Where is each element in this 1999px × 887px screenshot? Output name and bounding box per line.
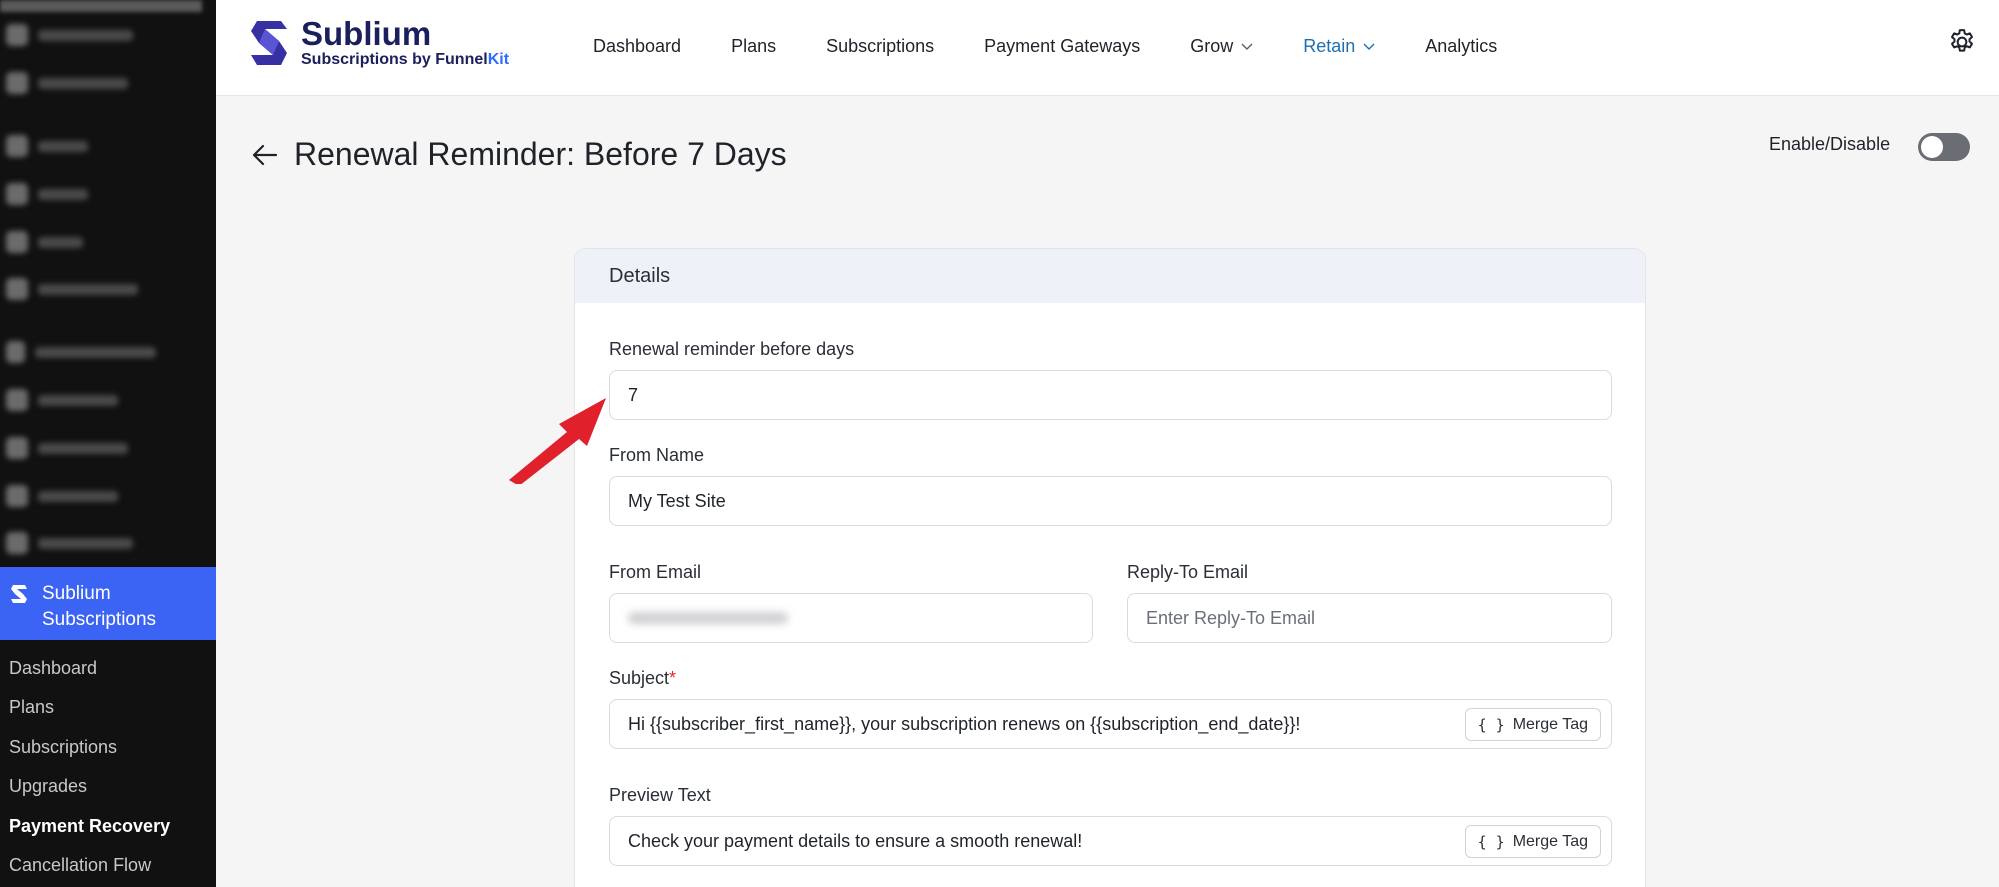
main-nav: Dashboard Plans Subscriptions Payment Ga… bbox=[593, 0, 1547, 92]
sidebar-blurred-item bbox=[6, 532, 156, 554]
nav-dashboard[interactable]: Dashboard bbox=[593, 36, 681, 57]
subject-label: Subject* bbox=[609, 668, 676, 689]
nav-subscriptions[interactable]: Subscriptions bbox=[826, 36, 934, 57]
chevron-down-icon bbox=[1241, 43, 1253, 50]
brand-byline-kit: Kit bbox=[487, 51, 510, 68]
nav-plans[interactable]: Plans bbox=[731, 36, 776, 57]
nav-grow-label: Grow bbox=[1190, 35, 1234, 56]
from-email-redacted bbox=[628, 612, 788, 624]
subject-merge-tag-button[interactable]: { } Merge Tag bbox=[1464, 708, 1601, 741]
nav-payment-gateways[interactable]: Payment Gateways bbox=[984, 36, 1140, 57]
braces-icon: { } bbox=[1477, 715, 1505, 734]
nav-analytics[interactable]: Analytics bbox=[1425, 36, 1497, 57]
sidebar-subitem-cancellation-flow[interactable]: Cancellation Flow bbox=[9, 855, 151, 876]
subject-value: Hi {{subscriber_first_name}}, your subsc… bbox=[628, 713, 1301, 734]
sidebar-blurred-item bbox=[6, 389, 156, 411]
sidebar-blurred-item bbox=[6, 231, 156, 253]
sidebar-blurred-item bbox=[6, 135, 156, 157]
nav-analytics-label: Analytics bbox=[1425, 35, 1498, 56]
reply-to-email-input[interactable]: Enter Reply-To Email bbox=[1127, 593, 1612, 643]
enable-disable-toggle[interactable] bbox=[1918, 133, 1970, 161]
preview-text-value: Check your payment details to ensure a s… bbox=[628, 830, 1083, 851]
sidebar-subitem-subscriptions[interactable]: Subscriptions bbox=[9, 737, 117, 758]
merge-tag-label: Merge Tag bbox=[1512, 715, 1588, 733]
subject-input[interactable]: Hi {{subscriber_first_name}}, your subsc… bbox=[609, 699, 1612, 749]
sublium-logo-icon bbox=[11, 585, 27, 603]
sidebar-subitem-dashboard[interactable]: Dashboard bbox=[9, 658, 97, 679]
sidebar-blurred-item bbox=[6, 437, 156, 459]
brand-logo[interactable]: Sublium Subscriptions by FunnelKit bbox=[249, 17, 509, 69]
sidebar-blurred-item bbox=[6, 72, 156, 94]
from-name-label: From Name bbox=[609, 445, 705, 465]
from-name-value: My Test Site bbox=[628, 490, 726, 511]
brand-byline-prefix: Subscriptions by bbox=[301, 51, 436, 68]
from-name-input[interactable]: My Test Site bbox=[609, 476, 1612, 526]
sidebar-blurred-item bbox=[6, 183, 156, 205]
braces-icon: { } bbox=[1477, 832, 1505, 851]
nav-subscriptions-label: Subscriptions bbox=[826, 35, 935, 56]
sidebar-blurred-bar bbox=[0, 0, 202, 12]
sidebar-subitem-payment-recovery[interactable]: Payment Recovery bbox=[9, 816, 170, 837]
sidebar-subitem-plans[interactable]: Plans bbox=[9, 697, 54, 718]
details-card: Details Renewal reminder before days 7 F… bbox=[574, 248, 1646, 887]
preview-text-input[interactable]: Check your payment details to ensure a s… bbox=[609, 816, 1612, 866]
sidebar-subitem-upgrades[interactable]: Upgrades bbox=[9, 776, 87, 797]
brand-byline-funnel: Funnel bbox=[435, 51, 488, 68]
chevron-down-icon bbox=[1363, 43, 1375, 50]
sidebar-blurred-item bbox=[6, 24, 156, 46]
required-mark: * bbox=[669, 668, 677, 688]
sublium-brand-icon bbox=[251, 21, 287, 65]
brand-name: Sublium bbox=[301, 15, 432, 52]
reply-to-label: Reply-To Email bbox=[1127, 562, 1249, 582]
brand-byline: Subscriptions by FunnelKit bbox=[301, 51, 509, 69]
nav-dashboard-label: Dashboard bbox=[593, 35, 682, 56]
nav-retain[interactable]: Retain bbox=[1303, 36, 1375, 57]
renewal-days-label: Renewal reminder before days bbox=[609, 339, 855, 359]
from-email-label: From Email bbox=[609, 562, 702, 582]
top-navigation-bar: Sublium Subscriptions by FunnelKit Dashb… bbox=[216, 0, 1999, 96]
nav-payment-gateways-label: Payment Gateways bbox=[984, 35, 1141, 56]
nav-grow[interactable]: Grow bbox=[1190, 36, 1253, 57]
toggle-knob bbox=[1921, 136, 1943, 158]
reply-to-placeholder: Enter Reply-To Email bbox=[1146, 607, 1316, 628]
admin-sidebar: Sublium Subscriptions Dashboard Plans Su… bbox=[0, 0, 216, 887]
back-arrow-icon[interactable] bbox=[250, 140, 280, 170]
nav-retain-label: Retain bbox=[1303, 35, 1356, 56]
card-header: Details bbox=[575, 249, 1645, 303]
sidebar-blurred-item bbox=[6, 485, 156, 507]
preview-merge-tag-button[interactable]: { } Merge Tag bbox=[1464, 825, 1601, 858]
sidebar-item-sublium-subscriptions[interactable]: Sublium Subscriptions bbox=[0, 567, 216, 640]
nav-plans-label: Plans bbox=[731, 35, 777, 56]
preview-text-label: Preview Text bbox=[609, 785, 711, 805]
subject-label-text: Subject bbox=[609, 668, 670, 688]
renewal-days-value: 7 bbox=[628, 384, 639, 405]
renewal-days-input[interactable]: 7 bbox=[609, 370, 1612, 420]
merge-tag-label: Merge Tag bbox=[1512, 832, 1588, 850]
sidebar-blurred-item bbox=[6, 278, 156, 300]
page-title: Renewal Reminder: Before 7 Days bbox=[294, 136, 787, 172]
sidebar-blurred-item bbox=[6, 341, 156, 363]
annotation-arrow-icon bbox=[509, 398, 606, 484]
enable-disable-label: Enable/Disable bbox=[1769, 134, 1891, 154]
gear-icon[interactable] bbox=[1947, 27, 1977, 57]
sidebar-active-label: Sublium Subscriptions bbox=[42, 583, 157, 630]
from-email-input[interactable] bbox=[609, 593, 1093, 643]
